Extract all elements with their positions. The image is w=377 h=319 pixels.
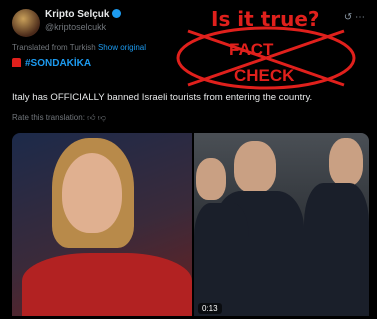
show-original-link[interactable]: Show original: [98, 43, 146, 52]
left-photo: [12, 133, 192, 316]
more-icon[interactable]: ⋯: [355, 12, 365, 23]
display-name[interactable]: Kripto Selçuk: [45, 9, 122, 20]
man-face-1: [234, 141, 276, 193]
post-text: Italy has OFFICIALLY banned Israeli tour…: [12, 92, 313, 103]
thumbs-down-icon[interactable]: 👎︎: [98, 113, 106, 122]
video-timestamp: 0:13: [198, 303, 222, 314]
check-label: CHECK: [234, 66, 295, 85]
hashtag-line: #SONDAKİKA: [12, 58, 91, 69]
man-suit-2: [194, 203, 249, 316]
rate-translation-label: Rate this translation:: [12, 113, 85, 122]
thumbs-up-icon[interactable]: 👍︎: [87, 113, 95, 122]
fact-check-stamp: FACT CHECK: [176, 26, 356, 90]
post-card: Kripto Selçuk @kriptoselcukk Is it true?…: [4, 3, 373, 316]
translation-note: Translated from Turkish Show original: [12, 43, 146, 52]
media-video[interactable]: 0:13: [12, 133, 369, 316]
grok-icon[interactable]: ↺: [344, 12, 352, 23]
right-photo: [194, 133, 369, 316]
man-suit-3: [304, 183, 369, 316]
man-face-2: [196, 158, 226, 200]
woman-face: [62, 153, 122, 233]
avatar[interactable]: [12, 9, 40, 37]
top-actions: ↺ ⋯: [344, 12, 365, 23]
translated-from-label: Translated from Turkish: [12, 43, 96, 52]
hashtag-link[interactable]: #SONDAKİKA: [25, 58, 91, 69]
fact-label: FACT: [229, 40, 274, 59]
siren-icon: [12, 58, 21, 67]
man-face-3: [329, 138, 363, 186]
display-name-text[interactable]: Kripto Selçuk: [45, 9, 109, 20]
rate-translation: Rate this translation: 👍︎ 👎︎: [12, 113, 106, 123]
woman-jacket: [22, 253, 192, 316]
verified-badge-icon: [112, 9, 122, 18]
handle[interactable]: @kriptoselcukk: [45, 22, 106, 32]
